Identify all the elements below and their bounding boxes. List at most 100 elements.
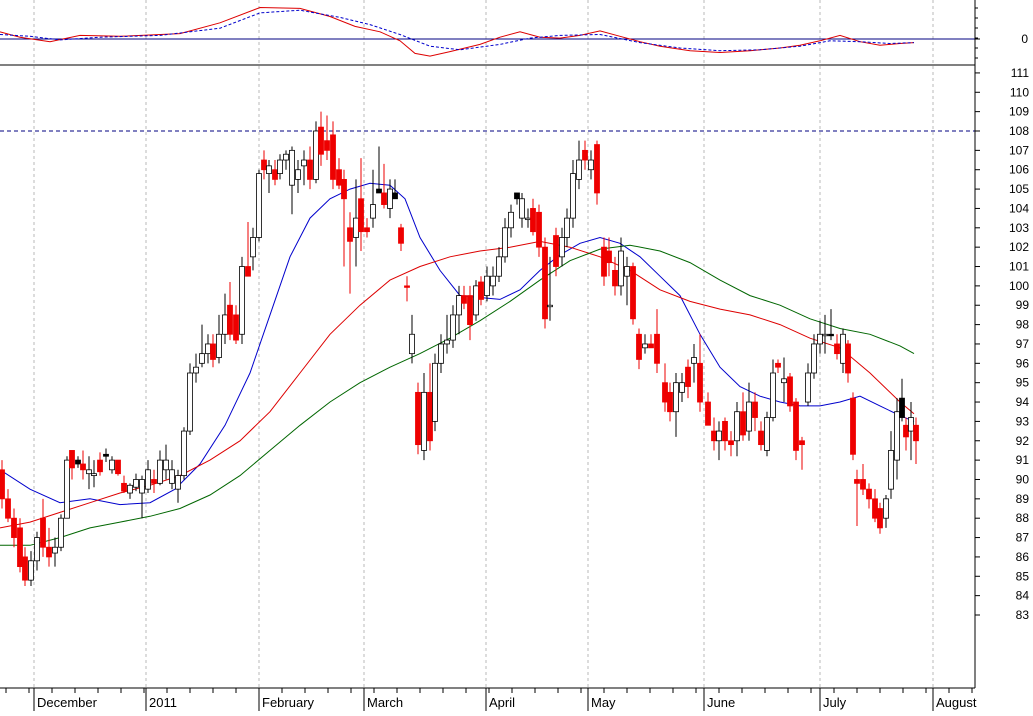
candle-body	[139, 479, 145, 494]
candle-body	[370, 204, 376, 219]
candle-body	[467, 295, 473, 325]
candle-body	[163, 459, 169, 471]
candle-body	[193, 366, 199, 374]
candle-body	[490, 275, 496, 287]
candle-body	[673, 382, 679, 413]
price-y-tick-label: 88	[1016, 511, 1030, 525]
candle-body	[793, 401, 799, 451]
candle-body	[210, 343, 216, 360]
candle	[542, 237, 548, 329]
candle	[473, 280, 479, 321]
candle-body	[151, 479, 157, 484]
candle-body	[594, 144, 600, 194]
candle-body	[711, 430, 717, 442]
candle-body	[601, 246, 607, 277]
candle-body	[205, 343, 211, 355]
candle-body	[618, 250, 624, 287]
candle-body	[781, 378, 787, 384]
candle-body	[770, 372, 776, 418]
price-y-tick-label: 104	[1009, 201, 1029, 215]
candle-body	[64, 459, 70, 519]
candle-body	[22, 556, 28, 581]
candle-body	[883, 498, 889, 519]
price-y-tick-label: 107	[1009, 143, 1029, 157]
candle-body	[444, 339, 450, 345]
price-y-tick-label: 87	[1016, 531, 1030, 545]
candle-body	[559, 237, 565, 258]
candle-body	[330, 134, 336, 180]
candle-body	[341, 178, 347, 200]
candle-body	[811, 343, 817, 374]
candle-body	[822, 333, 828, 337]
candle-body	[227, 304, 233, 335]
x-tick-label: April	[489, 695, 515, 710]
x-tick-label: July	[823, 695, 847, 710]
x-tick-label: May	[591, 695, 616, 710]
price-y-tick-label: 110	[1010, 85, 1029, 99]
candle-body	[313, 130, 319, 180]
candle-body	[157, 459, 163, 484]
candle-body	[256, 173, 262, 238]
candle-body	[817, 333, 823, 345]
candle-body	[421, 391, 427, 451]
candle-body	[530, 208, 536, 233]
candle	[115, 459, 121, 476]
candle-body	[636, 333, 642, 360]
candle-body	[133, 479, 139, 488]
candle-body	[740, 411, 746, 436]
candle-body	[392, 192, 398, 200]
candle-body	[97, 459, 103, 473]
candle-body	[850, 397, 856, 455]
price-y-tick-label: 95	[1016, 376, 1030, 390]
candle	[239, 256, 245, 344]
candle-body	[250, 237, 256, 258]
candle-body	[387, 188, 393, 209]
candle-body	[169, 469, 175, 484]
candle-body	[828, 333, 834, 337]
candle-body	[404, 285, 410, 288]
candle-body	[28, 560, 34, 581]
candle-body	[564, 217, 570, 238]
candle-body	[52, 546, 58, 554]
price-y-tick-label: 101	[1009, 260, 1029, 274]
price-y-tick-label: 96	[1016, 356, 1030, 370]
candle-body	[181, 430, 187, 477]
price-y-tick-label: 105	[1009, 182, 1029, 196]
candle-body	[438, 343, 444, 364]
candle-body	[199, 353, 205, 364]
candle-body	[872, 498, 878, 519]
price-y-tick-label: 98	[1016, 318, 1030, 332]
candle-body	[547, 304, 553, 308]
candle-body	[11, 517, 17, 538]
x-tick-label: August	[936, 695, 977, 710]
candle-body	[295, 169, 301, 180]
candle-body	[364, 227, 370, 233]
candle-body	[347, 227, 353, 242]
chart-canvas: 0 83 84 85 86 87 88 89 90 91 92 93 94 95 96 97 98 99 100 10…	[0, 0, 1033, 711]
candle	[415, 382, 421, 455]
candle-body	[216, 333, 222, 358]
candle-body	[758, 430, 764, 446]
candle-body	[461, 295, 467, 304]
candle-body	[536, 211, 542, 248]
candle-body	[685, 366, 691, 387]
candle-body	[722, 420, 728, 442]
candle-body	[734, 411, 740, 442]
price-y-tick-label: 99	[1016, 298, 1030, 312]
candle-body	[75, 459, 81, 465]
candle-body	[239, 266, 245, 335]
price-y-tick-label: 86	[1016, 550, 1030, 564]
candle-body	[381, 192, 387, 205]
stock-chart: 0 83 84 85 86 87 88 89 90 91 92 93 94 95 96 97 98 99 100 10…	[0, 0, 1033, 711]
candle-body	[514, 192, 520, 200]
candle-body	[245, 266, 251, 277]
candle-body	[642, 343, 648, 349]
candle-body	[697, 362, 703, 403]
candle-body	[691, 357, 697, 364]
candle-body	[588, 159, 594, 171]
candle-body	[115, 459, 121, 475]
candle	[256, 169, 262, 242]
candle-body	[705, 401, 711, 426]
candle-body	[899, 397, 905, 418]
candle-body	[17, 527, 23, 568]
